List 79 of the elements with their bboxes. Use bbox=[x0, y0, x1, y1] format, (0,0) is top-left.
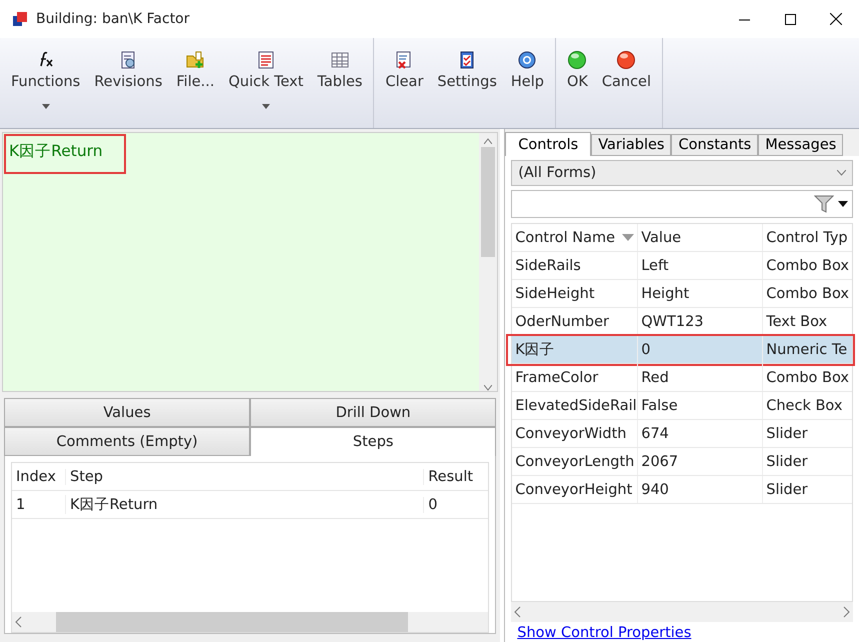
table-cell-text: Text Box bbox=[765, 312, 828, 332]
scroll-up-icon[interactable] bbox=[484, 138, 492, 144]
table-cell: ConveyorHeight bbox=[512, 476, 638, 503]
table-cell-text: 1 bbox=[15, 496, 26, 512]
maximize-icon bbox=[784, 14, 796, 24]
toolbar-icon bbox=[616, 50, 636, 70]
table-cell: Left bbox=[638, 252, 764, 279]
chevron-down-icon bbox=[837, 170, 846, 176]
table-cell: ConveyorWidth bbox=[512, 420, 638, 447]
tab[interactable]: Drill Down bbox=[250, 398, 496, 427]
table-cell: 940 bbox=[638, 476, 764, 503]
column-header[interactable]: Value bbox=[638, 224, 764, 251]
tab[interactable]: Comments (Empty) bbox=[4, 427, 250, 456]
table-cell: ConveyorLength bbox=[512, 448, 638, 475]
table-cell: K因子 bbox=[512, 336, 638, 363]
toolbar-button[interactable]: Cancel bbox=[594, 38, 658, 128]
column-header[interactable]: Result bbox=[423, 468, 488, 484]
column-header[interactable]: Index bbox=[12, 468, 65, 484]
vertical-scrollbar[interactable] bbox=[479, 133, 498, 391]
table-cell: False bbox=[638, 392, 764, 419]
toolbar-button[interactable]: Clear bbox=[378, 38, 430, 128]
column-header[interactable]: Control Typ bbox=[763, 224, 852, 251]
form-dropdown[interactable]: (All Forms) bbox=[511, 160, 853, 186]
filter-field[interactable] bbox=[511, 190, 853, 218]
formula-editor[interactable]: K因子Return bbox=[2, 132, 498, 392]
window-title: Building: ban\K Factor bbox=[36, 11, 191, 27]
table-cell: OderNumber bbox=[512, 308, 638, 335]
toolbar-icon bbox=[567, 50, 588, 70]
table-cell-text: Slider bbox=[765, 424, 809, 444]
toolbar-button[interactable]: Tables bbox=[310, 38, 370, 128]
app-icon bbox=[12, 11, 28, 27]
toolbar-icon bbox=[256, 50, 276, 70]
tab[interactable]: Constants bbox=[671, 134, 758, 156]
table-cell: 0 bbox=[423, 496, 488, 512]
toolbar-button[interactable]: OK bbox=[560, 38, 595, 128]
caret-icon[interactable] bbox=[838, 201, 848, 207]
table-cell-text: Combo Box bbox=[765, 256, 850, 276]
toolbar-icon bbox=[185, 50, 206, 70]
toolbar-button[interactable]: File... bbox=[169, 38, 222, 128]
table-cell: K因子Return bbox=[65, 495, 424, 514]
table-cell: ElevatedSideRail bbox=[512, 392, 638, 419]
table-cell: Height bbox=[638, 280, 764, 307]
table-cell-text: Check Box bbox=[765, 396, 844, 416]
table-cell: SideHeight bbox=[512, 280, 638, 307]
table-cell: Red bbox=[638, 364, 764, 391]
toolbar-button[interactable]: Functions bbox=[4, 38, 88, 128]
table-cell: 674 bbox=[638, 420, 764, 447]
table-cell-text: Numeric Te bbox=[765, 340, 848, 360]
tab[interactable]: Steps bbox=[250, 427, 496, 456]
column-header[interactable]: Step bbox=[65, 468, 424, 484]
funnel-icon[interactable] bbox=[814, 195, 834, 213]
horizontal-scrollbar[interactable] bbox=[12, 612, 488, 632]
table-cell-text: Slider bbox=[765, 480, 809, 500]
table-cell: SideRails bbox=[512, 252, 638, 279]
caret-icon bbox=[42, 104, 50, 109]
table-cell: 0 bbox=[638, 336, 764, 363]
table-cell-text: Combo Box bbox=[765, 368, 850, 388]
toolbar-button[interactable]: Quick Text bbox=[221, 38, 310, 128]
table-cell: QWT123 bbox=[638, 308, 764, 335]
table-cell: 2067 bbox=[638, 448, 764, 475]
tab[interactable]: Controls bbox=[505, 132, 592, 156]
column-header[interactable]: Control Name bbox=[512, 224, 638, 251]
sort-icon bbox=[622, 234, 634, 241]
horizontal-scrollbar[interactable] bbox=[511, 602, 853, 622]
toolbar-button[interactable]: Revisions bbox=[87, 38, 170, 128]
caret-icon bbox=[262, 104, 270, 109]
toolbar-icon bbox=[517, 50, 538, 70]
toolbar-button[interactable]: Help bbox=[504, 38, 551, 128]
toolbar-button[interactable]: Settings bbox=[430, 38, 504, 128]
scroll-down-icon[interactable] bbox=[484, 385, 492, 391]
table-cell: FrameColor bbox=[512, 364, 638, 391]
formula-text: K因子Return bbox=[9, 141, 103, 162]
close-icon bbox=[830, 13, 842, 25]
tab[interactable]: Messages bbox=[758, 134, 844, 156]
table-cell-text: Combo Box bbox=[765, 284, 850, 304]
tab[interactable]: Values bbox=[4, 398, 250, 427]
toolbar-icon bbox=[330, 50, 350, 70]
table-cell-text: Slider bbox=[765, 452, 809, 472]
tab[interactable]: Variables bbox=[591, 134, 672, 156]
